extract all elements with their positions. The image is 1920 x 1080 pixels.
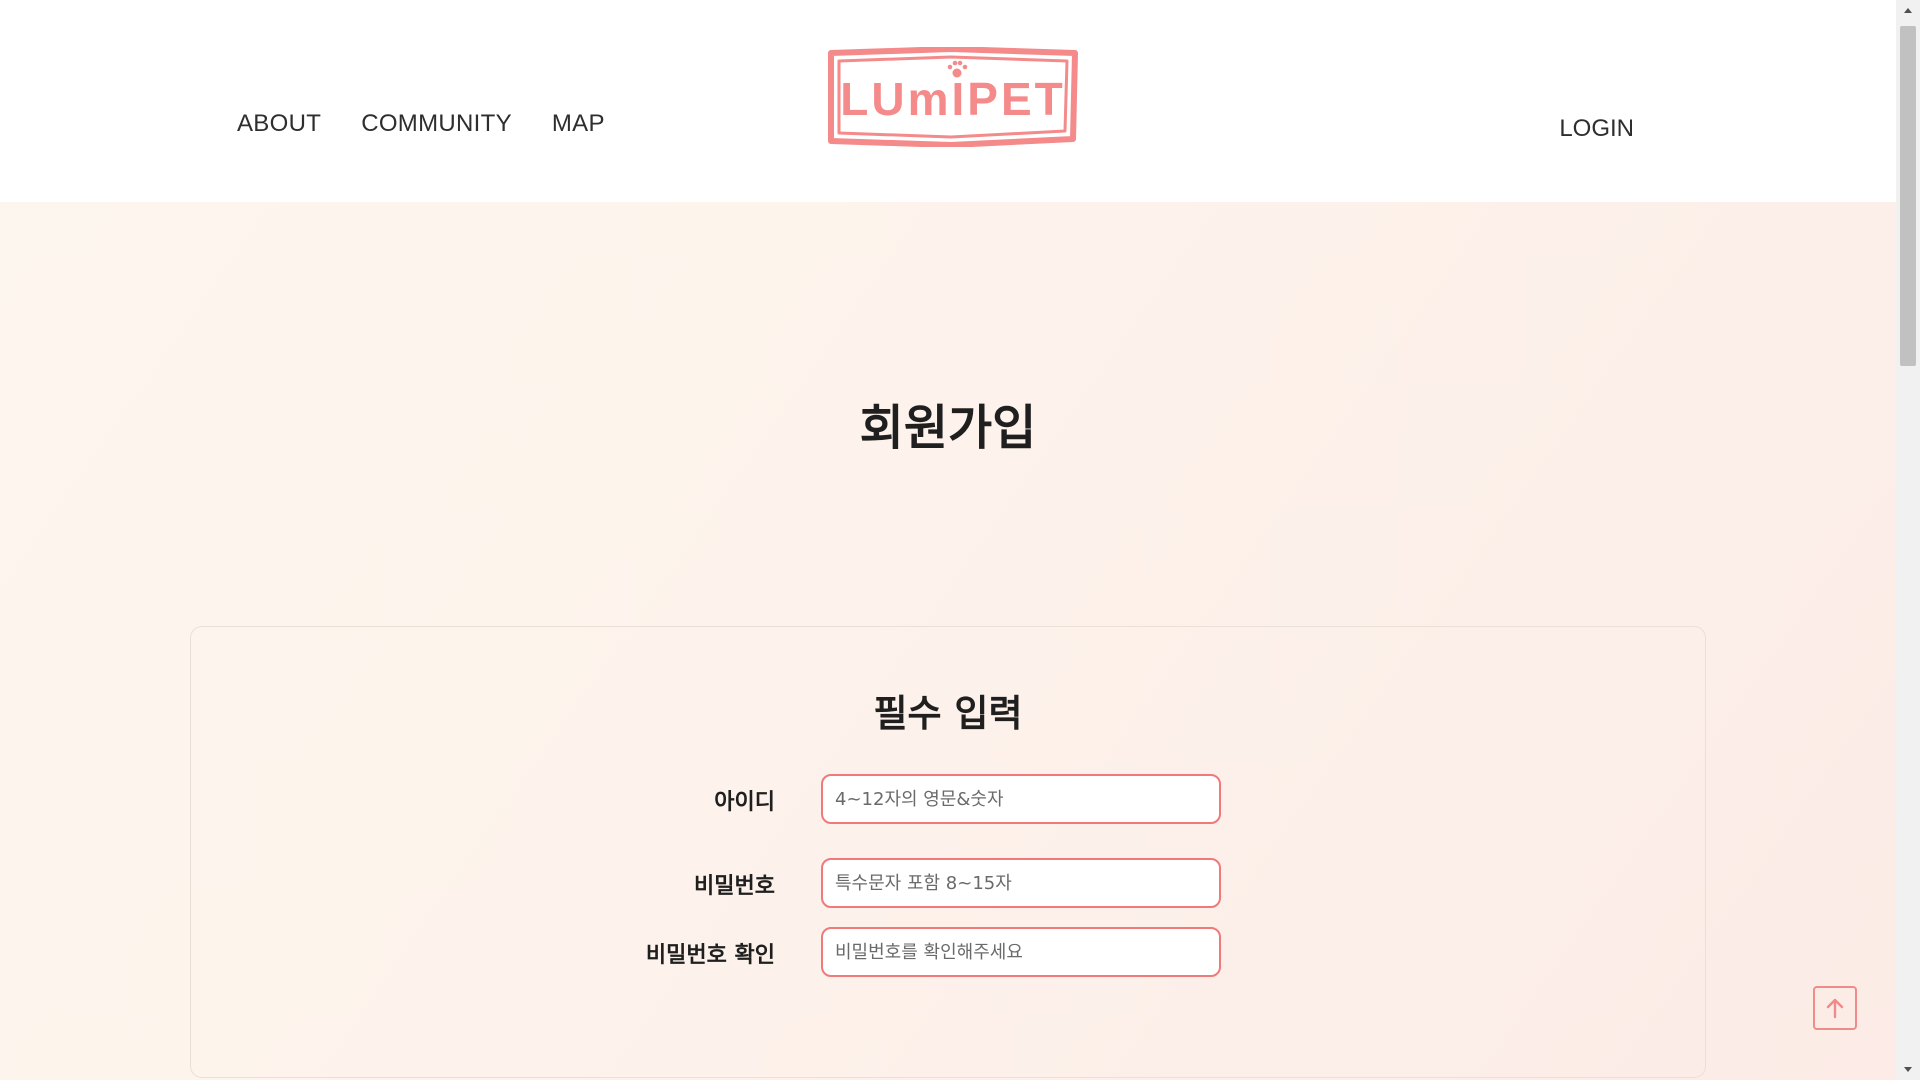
site-header: ABOUT COMMUNITY MAP LUmIPET LOGIN <box>0 0 1896 202</box>
scroll-up-arrow-icon[interactable] <box>1896 0 1920 20</box>
user-id-label: 아이디 <box>714 790 775 815</box>
password-confirm-label: 비밀번호 확인 <box>645 943 775 968</box>
nav-about-link[interactable]: ABOUT <box>237 110 321 138</box>
nav-community-link[interactable]: COMMUNITY <box>361 110 512 138</box>
password-label: 비밀번호 <box>694 874 775 899</box>
scroll-to-top-button[interactable] <box>1813 986 1857 1030</box>
lumipet-logo[interactable]: LUmIPET <box>827 46 1079 148</box>
password-input[interactable] <box>821 858 1221 908</box>
signup-form-card: 필수 입력 아이디 비밀번호 비밀번호 확인 <box>190 626 1706 1078</box>
logo-graphic: LUmIPET <box>828 46 1078 148</box>
section-title: 필수 입력 <box>873 692 1023 735</box>
user-id-input[interactable] <box>821 774 1221 824</box>
password-confirm-input[interactable] <box>821 927 1221 977</box>
logo-text: LUmIPET <box>840 73 1065 125</box>
page: ABOUT COMMUNITY MAP LUmIPET LOGIN 회원가입 필 <box>0 0 1896 1080</box>
scrollbar-thumb[interactable] <box>1900 26 1916 366</box>
scroll-down-arrow-icon[interactable] <box>1896 1060 1920 1080</box>
login-link[interactable]: LOGIN <box>1559 115 1634 143</box>
nav-map-link[interactable]: MAP <box>552 110 605 138</box>
arrow-up-icon <box>1826 998 1844 1019</box>
page-title: 회원가입 <box>859 400 1037 456</box>
main-nav: ABOUT COMMUNITY MAP <box>237 110 605 138</box>
vertical-scrollbar[interactable] <box>1896 0 1920 1080</box>
